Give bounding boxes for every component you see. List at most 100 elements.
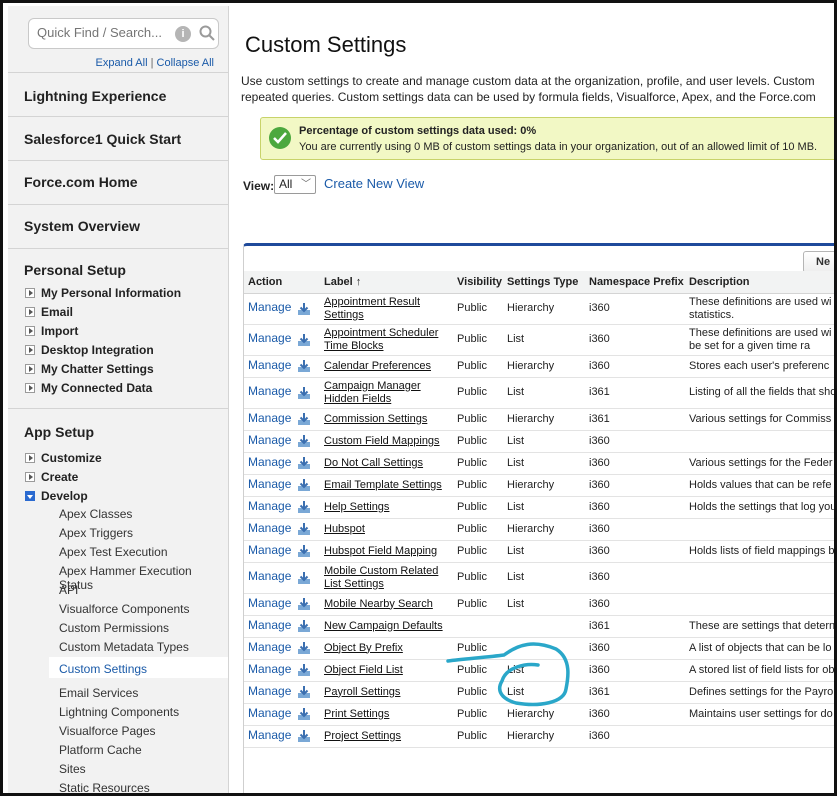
triangle-icon[interactable] — [25, 453, 35, 463]
section-salesforce1[interactable]: Salesforce1 Quick Start — [8, 116, 228, 160]
setting-label-link[interactable]: Mobile Nearby Search — [324, 598, 433, 610]
download-icon[interactable] — [297, 641, 311, 655]
manage-link[interactable]: Manage — [248, 384, 291, 398]
triangle-icon[interactable] — [25, 491, 35, 501]
download-icon[interactable] — [297, 571, 311, 585]
nav-email-services[interactable]: Email Services — [59, 686, 138, 700]
nav-lightning-components[interactable]: Lightning Components — [59, 705, 179, 719]
download-icon[interactable] — [297, 434, 311, 448]
nav-api[interactable]: API — [59, 583, 78, 597]
download-icon[interactable] — [297, 302, 311, 316]
nav-visualforce-pages[interactable]: Visualforce Pages — [59, 724, 156, 738]
nav-label[interactable]: Desktop Integration — [41, 343, 154, 357]
setting-label-link[interactable]: Hubspot — [324, 523, 365, 535]
nav-custom-metadata-types[interactable]: Custom Metadata Types — [59, 640, 189, 654]
nav-label[interactable]: Develop — [41, 489, 88, 503]
setting-label-link[interactable]: Project Settings — [324, 730, 401, 742]
setting-label-link[interactable]: Campaign Manager Hidden Fields — [324, 380, 421, 405]
nav-platform-cache[interactable]: Platform Cache — [59, 743, 142, 757]
nav-custom-permissions[interactable]: Custom Permissions — [59, 621, 169, 635]
new-button[interactable]: Ne — [803, 251, 834, 273]
chevron-down-icon[interactable]: ﹀ — [301, 176, 311, 193]
download-icon[interactable] — [297, 544, 311, 558]
header-settings-type[interactable]: Settings Type — [503, 271, 585, 294]
manage-link[interactable]: Manage — [248, 662, 291, 676]
manage-link[interactable]: Manage — [248, 569, 291, 583]
manage-link[interactable]: Manage — [248, 455, 291, 469]
download-icon[interactable] — [297, 663, 311, 677]
nav-create[interactable]: Create — [25, 470, 78, 484]
search-icon[interactable] — [198, 24, 216, 42]
triangle-icon[interactable] — [25, 288, 35, 298]
nav-import[interactable]: Import — [25, 324, 78, 338]
header-visibility[interactable]: Visibility — [453, 271, 503, 294]
setting-label-link[interactable]: Appointment Scheduler Time Blocks — [324, 327, 438, 352]
triangle-icon[interactable] — [25, 326, 35, 336]
nav-develop[interactable]: Develop — [25, 489, 88, 503]
manage-link[interactable]: Manage — [248, 640, 291, 654]
download-icon[interactable] — [297, 685, 311, 699]
download-icon[interactable] — [297, 478, 311, 492]
manage-link[interactable]: Manage — [248, 477, 291, 491]
setting-label-link[interactable]: Do Not Call Settings — [324, 457, 423, 469]
nav-label[interactable]: Import — [41, 324, 78, 338]
manage-link[interactable]: Manage — [248, 499, 291, 513]
download-icon[interactable] — [297, 359, 311, 373]
download-icon[interactable] — [297, 333, 311, 347]
nav-email[interactable]: Email — [25, 305, 73, 319]
triangle-icon[interactable] — [25, 364, 35, 374]
nav-label[interactable]: Customize — [41, 451, 102, 465]
nav-apex-test-execution[interactable]: Apex Test Execution — [59, 545, 168, 559]
section-system-overview[interactable]: System Overview — [8, 204, 228, 248]
nav-customize[interactable]: Customize — [25, 451, 102, 465]
download-icon[interactable] — [297, 456, 311, 470]
triangle-icon[interactable] — [25, 472, 35, 482]
setting-label-link[interactable]: Object Field List — [324, 664, 403, 676]
quick-find-input[interactable] — [37, 25, 167, 40]
nav-apex-hammer[interactable]: Apex Hammer Execution Status — [59, 564, 228, 592]
info-icon[interactable]: i — [175, 26, 191, 42]
manage-link[interactable]: Manage — [248, 684, 291, 698]
section-force-home[interactable]: Force.com Home — [8, 160, 228, 204]
manage-link[interactable]: Manage — [248, 300, 291, 314]
header-label[interactable]: Label ↑ — [316, 271, 453, 294]
triangle-icon[interactable] — [25, 345, 35, 355]
nav-sites[interactable]: Sites — [59, 762, 86, 776]
manage-link[interactable]: Manage — [248, 618, 291, 632]
manage-link[interactable]: Manage — [248, 433, 291, 447]
nav-label[interactable]: My Connected Data — [41, 381, 152, 395]
quick-find-box[interactable]: i — [28, 18, 219, 49]
manage-link[interactable]: Manage — [248, 543, 291, 557]
nav-my-personal-information[interactable]: My Personal Information — [25, 286, 181, 300]
nav-my-chatter-settings[interactable]: My Chatter Settings — [25, 362, 154, 376]
nav-custom-settings[interactable]: Custom Settings — [59, 662, 147, 676]
download-icon[interactable] — [297, 412, 311, 426]
triangle-icon[interactable] — [25, 383, 35, 393]
nav-label[interactable]: My Personal Information — [41, 286, 181, 300]
nav-label[interactable]: Email — [41, 305, 73, 319]
download-icon[interactable] — [297, 707, 311, 721]
view-select-value[interactable]: All — [279, 177, 292, 191]
nav-label[interactable]: Create — [41, 470, 78, 484]
manage-link[interactable]: Manage — [248, 728, 291, 742]
setting-label-link[interactable]: Email Template Settings — [324, 479, 442, 491]
view-select[interactable]: All ﹀ — [274, 175, 316, 194]
section-lightning[interactable]: Lightning Experience — [8, 72, 228, 116]
setting-label-link[interactable]: Custom Field Mappings — [324, 435, 440, 447]
nav-static-resources[interactable]: Static Resources — [59, 781, 150, 793]
setting-label-link[interactable]: Mobile Custom Related List Settings — [324, 565, 438, 590]
expand-all-link[interactable]: Expand All — [96, 57, 148, 69]
download-icon[interactable] — [297, 619, 311, 633]
download-icon[interactable] — [297, 522, 311, 536]
download-icon[interactable] — [297, 729, 311, 743]
header-description[interactable]: Description — [685, 271, 834, 294]
download-icon[interactable] — [297, 597, 311, 611]
nav-visualforce-components[interactable]: Visualforce Components — [59, 602, 190, 616]
nav-desktop-integration[interactable]: Desktop Integration — [25, 343, 154, 357]
download-icon[interactable] — [297, 386, 311, 400]
setting-label-link[interactable]: Print Settings — [324, 708, 389, 720]
section-title[interactable]: Force.com Home — [24, 174, 138, 190]
setting-label-link[interactable]: Calendar Preferences — [324, 360, 431, 372]
manage-link[interactable]: Manage — [248, 596, 291, 610]
setting-label-link[interactable]: Commission Settings — [324, 413, 427, 425]
